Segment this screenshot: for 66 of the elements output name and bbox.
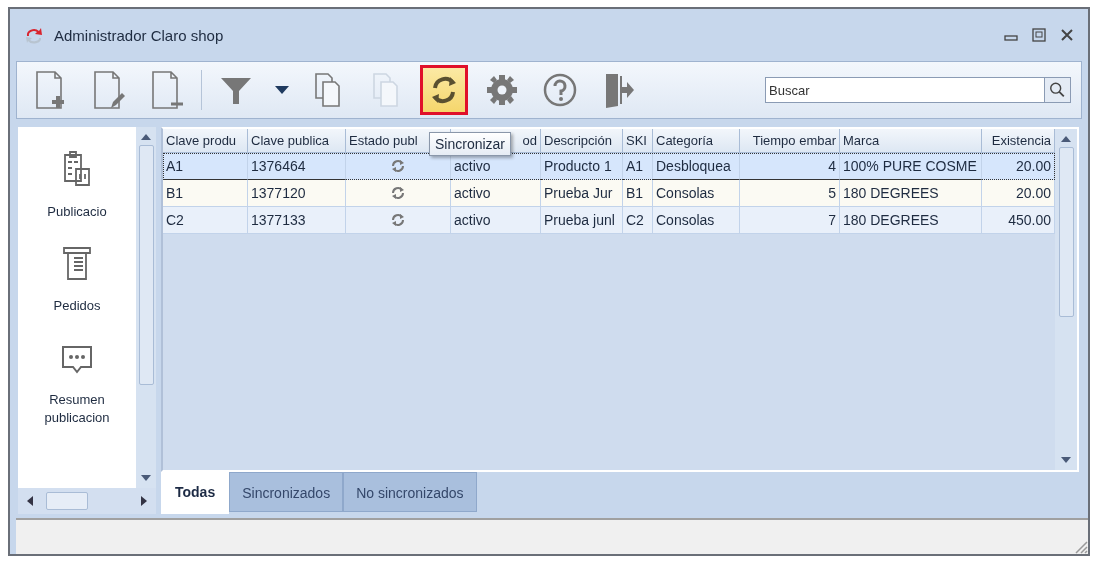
table-cell: C2: [626, 212, 644, 228]
publications-nav-item[interactable]: Publicacio: [47, 149, 107, 221]
scroll-left-icon[interactable]: [26, 495, 34, 507]
refresh-icon: [390, 185, 406, 201]
table-cell: activo: [454, 212, 491, 228]
table-cell: 4: [828, 158, 836, 174]
table-cell: B1: [166, 185, 184, 201]
close-icon[interactable]: [1060, 28, 1074, 42]
column-header[interactable]: Clave produ: [163, 129, 248, 153]
remove-document-icon: [149, 68, 185, 112]
refresh-icon: [390, 212, 406, 228]
table-cell: Prueba junl: [544, 212, 615, 228]
column-header[interactable]: Descripción: [541, 129, 623, 153]
maximize-icon[interactable]: [1032, 28, 1046, 42]
table-cell: 450.00: [1008, 212, 1051, 228]
table-cell: 7: [828, 212, 836, 228]
tab[interactable]: Todas: [161, 472, 230, 514]
scroll-right-icon[interactable]: [140, 495, 148, 507]
table-row[interactable]: C2 1377133 activo Prueba junl C2 Consolas 7 180 DEGREES 450.00: [163, 207, 1055, 234]
table-cell: activo: [454, 158, 491, 174]
tab[interactable]: No sincronizados: [343, 472, 477, 512]
sync-button[interactable]: [420, 65, 468, 115]
search-field[interactable]: Buscar: [765, 77, 1045, 103]
refresh-icon: [390, 158, 406, 174]
table-cell: 180 DEGREES: [843, 185, 939, 201]
table-cell: 1377120: [251, 185, 306, 201]
table-cell: 5: [828, 185, 836, 201]
table-cell: 1377133: [251, 212, 306, 228]
table-cell: 20.00: [1015, 185, 1051, 201]
table-cell: B1: [626, 185, 644, 201]
summary-nav-item[interactable]: Resumen publicacion: [44, 337, 110, 427]
orders-nav-item[interactable]: Pedidos: [53, 243, 101, 315]
edit-document-icon: [91, 68, 127, 112]
vertical-scrollbar[interactable]: [136, 127, 156, 488]
column-header[interactable]: Clave publica: [248, 129, 346, 153]
horizontal-scrollbar[interactable]: [18, 488, 156, 514]
caret-icon: [274, 85, 290, 95]
scroll-up-icon[interactable]: [1060, 135, 1072, 143]
column-header[interactable]: Categoría: [653, 129, 740, 153]
table-cell: A1: [626, 158, 644, 174]
column-header[interactable]: Existencia: [982, 129, 1055, 153]
table-cell: 180 DEGREES: [843, 212, 939, 228]
column-header[interactable]: SKI: [623, 129, 653, 153]
table-cell: A1: [166, 158, 184, 174]
table-cell: C2: [166, 212, 184, 228]
window-title: Administrador Claro shop: [54, 26, 224, 44]
table-cell: Prueba Jur: [544, 185, 613, 201]
table-cell: activo: [454, 185, 491, 201]
tab[interactable]: Sincronizados: [229, 472, 344, 512]
column-header[interactable]: Marca: [840, 129, 982, 153]
column-header[interactable]: Tiempo embar: [740, 129, 840, 153]
table-row[interactable]: A1 1376464 activo Producto 1 A1 Desbloquea 4 100% PURE COSME 20.00: [163, 153, 1055, 180]
scroll-down-icon[interactable]: [140, 474, 152, 482]
search-icon[interactable]: [1045, 77, 1071, 103]
scroll-up-icon[interactable]: [140, 133, 152, 141]
table-cell: 20.00: [1015, 158, 1051, 174]
table-cell: 1376464: [251, 158, 306, 174]
vertical-scrollbar[interactable]: [1055, 129, 1077, 470]
table-cell: Producto 1: [544, 158, 612, 174]
table-cell: 100% PURE COSME: [843, 158, 977, 174]
scroll-down-icon[interactable]: [1060, 456, 1072, 464]
table-cell: Desbloquea: [656, 158, 731, 174]
table-cell: Consolas: [656, 185, 715, 201]
table-row[interactable]: B1 1377120 activo Prueba Jur B1 Consolas 5 180 DEGREES 20.00: [163, 180, 1055, 207]
tooltip: Sincronizar: [429, 132, 512, 156]
table-cell: Consolas: [656, 212, 715, 228]
